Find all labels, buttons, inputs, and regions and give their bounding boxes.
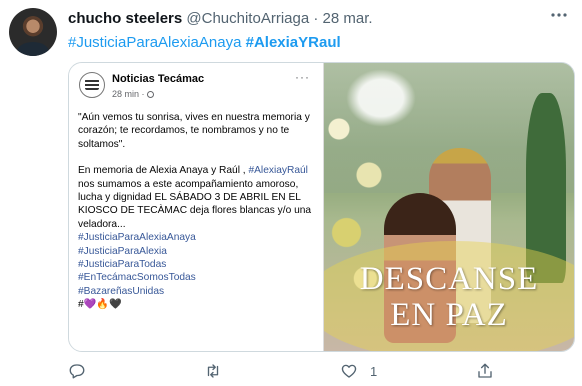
- memorial-rest: nos sumamos a este acompañamiento amoros…: [78, 178, 312, 230]
- fire-icon: 🔥: [96, 299, 110, 311]
- tweet-actions: 1: [68, 360, 573, 382]
- emoji-line: #💜🔥🖤: [78, 298, 316, 311]
- reply-icon: [69, 364, 85, 379]
- tweet-header: chucho steelers @ChuchitoArriaga · 28 ma…: [68, 10, 373, 27]
- hashtag-link[interactable]: #AlexiaYRaul: [246, 34, 341, 51]
- black-heart-icon: 🖤: [109, 299, 122, 311]
- purple-heart-icon: 💜: [83, 299, 97, 311]
- reply-button[interactable]: [68, 360, 86, 382]
- post-hashtag: #JusticiaParaAlexiaAnaya: [78, 232, 196, 244]
- like-count: 1: [370, 363, 378, 379]
- media-card[interactable]: Noticias Tecámac 28 min · ··· "Aún vemos…: [68, 62, 575, 352]
- dove-graphic: [346, 69, 416, 127]
- post-time: 28 min ·: [112, 89, 154, 99]
- post-hashtag: #EnTecámacSomosTodas: [78, 272, 196, 284]
- post-more-icon: ···: [295, 70, 310, 84]
- post-hashtag: #AlexiayRaúl: [248, 165, 308, 177]
- post-body: "Aún vemos tu sonrisa, vives en nuestra …: [78, 111, 316, 312]
- heart-icon: [341, 364, 357, 378]
- photo-caption-line2: EN PAZ: [390, 297, 508, 333]
- photo-caption-line1: DESCANSE: [359, 261, 539, 297]
- share-button[interactable]: [476, 360, 494, 382]
- hashtag-link[interactable]: #JusticiaParaAlexiaAnaya: [68, 34, 241, 51]
- retweet-icon: [207, 364, 219, 378]
- post-hashtag: #JusticiaParaTodas: [78, 259, 167, 271]
- more-options-icon[interactable]: [550, 6, 568, 29]
- retweet-button[interactable]: [204, 360, 222, 382]
- page-logo: [79, 72, 105, 98]
- facebook-post-screenshot: Noticias Tecámac 28 min · ··· "Aún vemos…: [69, 63, 324, 351]
- author-name[interactable]: chucho steelers: [68, 10, 182, 27]
- post-paragraph-memorial: En memoria de Alexia Anaya y Raúl , #Ale…: [78, 164, 316, 231]
- post-hashtag: #BazareñasUnidas: [78, 285, 165, 297]
- like-button[interactable]: 1: [340, 360, 377, 382]
- globe-icon: [146, 91, 154, 98]
- page-name: Noticias Tecámac: [112, 73, 205, 85]
- separator-dot: ·: [313, 10, 319, 27]
- author-avatar[interactable]: [9, 8, 57, 56]
- memorial-intro: En memoria de Alexia Anaya y Raúl ,: [78, 165, 246, 177]
- post-hashtag: #JusticiaParaAlexia: [78, 245, 167, 257]
- post-paragraph-quote: "Aún vemos tu sonrisa, vives en nuestra …: [78, 112, 310, 150]
- memorial-photo: DESCANSE EN PAZ: [324, 63, 574, 351]
- tweet-date[interactable]: 28 mar.: [323, 10, 373, 27]
- share-icon: [478, 363, 492, 378]
- author-handle[interactable]: @ChuchitoArriaga: [186, 10, 309, 27]
- tweet-text: #JusticiaParaAlexiaAnaya #AlexiaYRaul: [68, 34, 341, 51]
- post-time-text: 28 min ·: [112, 89, 145, 99]
